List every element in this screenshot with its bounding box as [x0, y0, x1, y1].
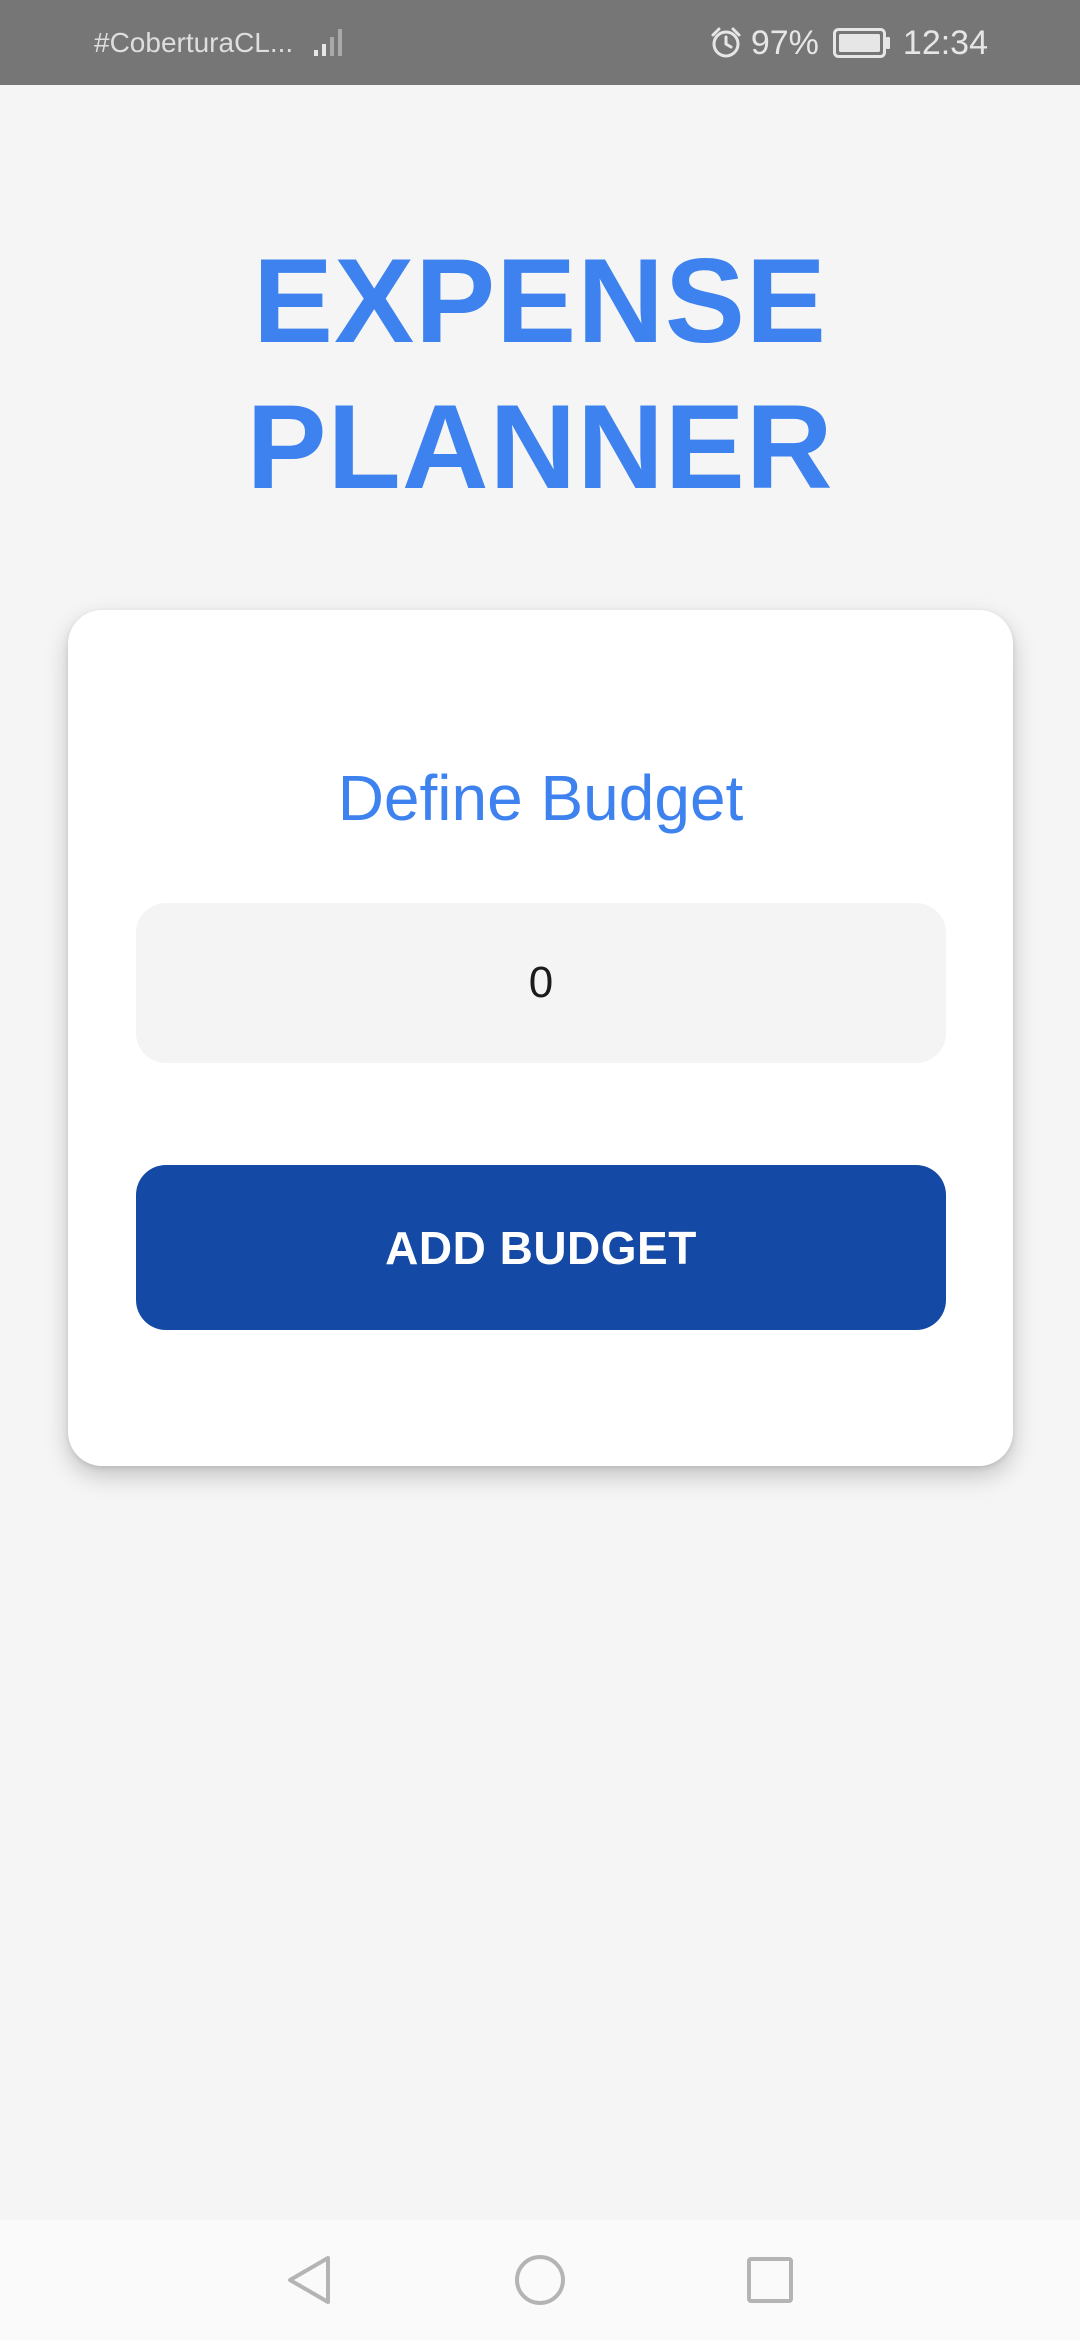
status-bar: #CoberturaCL... 97% 12:34	[0, 0, 1080, 85]
home-icon[interactable]	[510, 2250, 570, 2310]
title-line-2: PLANNER	[246, 380, 834, 514]
add-budget-button[interactable]: ADD BUDGET	[136, 1165, 946, 1330]
navigation-bar	[0, 2220, 1080, 2340]
battery-percent: 97%	[750, 23, 819, 62]
signal-icon	[314, 29, 342, 56]
carrier-label: #CoberturaCL...	[94, 27, 294, 58]
alarm-icon	[711, 27, 741, 58]
clock: 12:34	[902, 23, 988, 62]
status-indicators: 97% 12:34	[709, 22, 988, 64]
budget-card: Define Budget ADD BUDGET	[68, 610, 1013, 1466]
battery-icon	[832, 28, 890, 58]
budget-input[interactable]	[136, 903, 946, 1063]
recents-icon[interactable]	[740, 2250, 800, 2310]
app-title: EXPENSE PLANNER	[0, 228, 1080, 520]
back-icon[interactable]	[280, 2250, 340, 2310]
define-budget-heading: Define Budget	[337, 762, 744, 834]
title-line-1: EXPENSE	[253, 234, 827, 368]
